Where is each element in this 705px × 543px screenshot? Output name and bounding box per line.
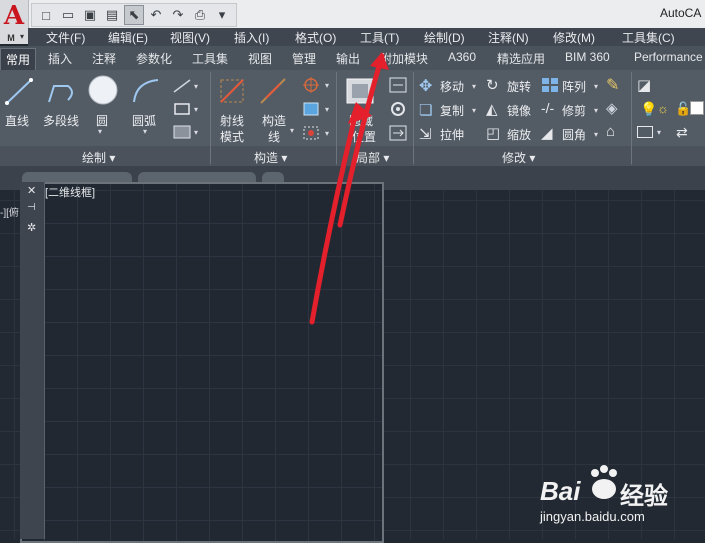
arrowhead-icon: [370, 52, 389, 70]
watermark-jingyan: 经验: [620, 483, 668, 510]
watermark-brand: Bai: [540, 476, 581, 506]
annotation-arrows: [309, 52, 389, 325]
baidu-paw-icon: [591, 465, 617, 499]
watermark-url: jingyan.baidu.com: [540, 509, 645, 524]
